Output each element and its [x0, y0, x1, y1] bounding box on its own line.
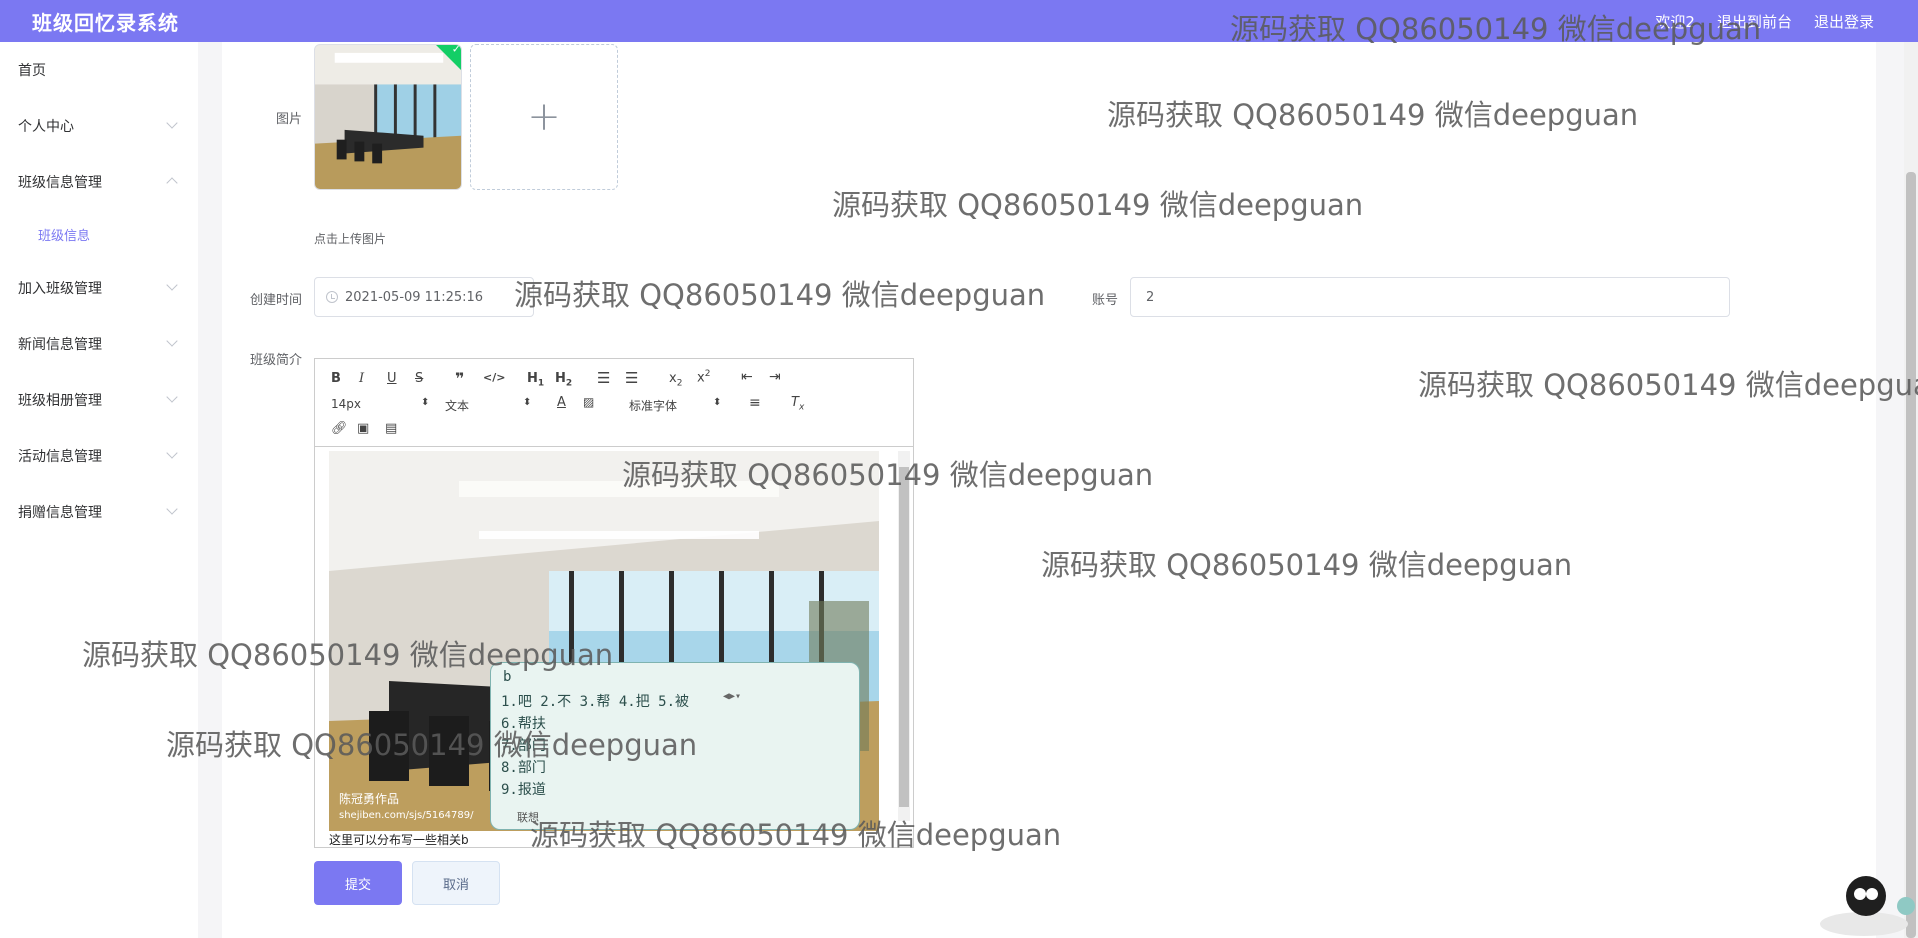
font-family-value: 标准字体	[629, 399, 678, 413]
background-color-icon[interactable]: ▨	[583, 395, 594, 409]
chevron-down-icon	[166, 447, 178, 459]
sidebar-item-label: 班级相册管理	[18, 393, 102, 409]
conference-room-image	[315, 45, 461, 189]
chevron-down-icon	[166, 503, 178, 515]
editor-typed-text: 这里可以分布写一些相关b	[329, 833, 469, 847]
uploaded-image-thumbnail[interactable]: ✓	[314, 44, 462, 190]
created-time-value: 2021-05-09 11:25:16	[345, 289, 484, 305]
heading2-icon[interactable]: H2	[555, 371, 572, 389]
editor-scrollbar-thumb[interactable]	[899, 467, 909, 807]
sidebar-item-news[interactable]: 新闻信息管理	[0, 324, 198, 364]
text-style-select[interactable]: 文本 ⬍	[445, 397, 532, 414]
sidebar-item-personal-center[interactable]: 个人中心	[0, 106, 198, 146]
sidebar-item-label: 新闻信息管理	[18, 337, 102, 353]
ime-candidate[interactable]: 7.部门	[501, 735, 546, 755]
video-icon[interactable]: ▤	[385, 421, 397, 436]
text-style-value: 文本	[445, 399, 470, 413]
submit-button[interactable]: 提交	[314, 861, 402, 905]
ime-first-row[interactable]: 1.吧 2.不 3.帮 4.把 5.被	[501, 691, 689, 711]
ime-input: b	[503, 669, 512, 685]
chevron-down-icon	[166, 335, 178, 347]
sidebar-item-activity[interactable]: 活动信息管理	[0, 436, 198, 476]
upload-image-button[interactable]: +	[470, 44, 618, 190]
superscript-icon[interactable]: x2	[697, 369, 710, 385]
top-header: 班级回忆录系统 欢迎2 退出到前台 退出登录	[0, 0, 1918, 42]
back-to-front-link[interactable]: 退出到前台	[1717, 11, 1792, 32]
sidebar-item-join-class[interactable]: 加入班级管理	[0, 268, 198, 308]
image-icon[interactable]: ▣	[357, 421, 369, 436]
heading1-icon[interactable]: H1	[527, 371, 544, 389]
photo-caption-line1: 陈冠勇作品	[339, 791, 399, 806]
class-intro-label: 班级简介	[249, 353, 302, 368]
align-icon[interactable]: ≡	[749, 395, 761, 411]
sidebar: 首页 个人中心 班级信息管理 班级信息 加入班级管理 新闻信息管理 班级相册管理…	[0, 42, 198, 938]
welcome-user[interactable]: 欢迎2	[1655, 11, 1695, 32]
upload-tip: 点击上传图片	[314, 232, 387, 246]
underline-icon[interactable]: U	[387, 371, 397, 386]
logout-link[interactable]: 退出登录	[1814, 11, 1874, 32]
photo-caption-line2: shejiben.com/sjs/5164789/	[339, 810, 474, 821]
header-links: 欢迎2 退出到前台 退出登录	[1655, 0, 1874, 42]
app-title: 班级回忆录系统	[32, 10, 179, 35]
ime-page-arrows-icon[interactable]: ◀▶▾	[723, 691, 741, 702]
subscript-icon[interactable]: x2	[669, 371, 682, 389]
sidebar-item-album[interactable]: 班级相册管理	[0, 380, 198, 420]
ime-candidate[interactable]: 6.帮扶	[501, 713, 546, 733]
sidebar-item-label: 活动信息管理	[18, 449, 102, 465]
sidebar-subitem-class-info[interactable]: 班级信息	[0, 216, 198, 252]
chevron-down-icon	[166, 391, 178, 403]
blockquote-icon[interactable]: ❞	[455, 369, 464, 388]
ime-footer: 联想	[517, 811, 539, 824]
font-family-select[interactable]: 标准字体 ⬍	[629, 397, 725, 414]
account-field[interactable]: 2	[1130, 277, 1730, 317]
sidebar-item-class-info[interactable]: 班级信息管理	[0, 162, 198, 202]
select-arrows-icon: ⬍	[713, 397, 722, 408]
sidebar-item-label: 班级信息管理	[18, 175, 102, 191]
ime-candidate-popup[interactable]: b 1.吧 2.不 3.帮 4.把 5.被 ◀▶▾ 6.帮扶 7.部门 8.部门…	[490, 662, 860, 830]
select-arrows-icon: ⬍	[523, 397, 532, 408]
cancel-button[interactable]: 取消	[412, 861, 500, 905]
created-time-label: 创建时间	[249, 293, 302, 308]
check-icon: ✓	[451, 44, 461, 56]
chevron-down-icon	[166, 279, 178, 291]
outdent-icon[interactable]: ⇤	[741, 369, 753, 385]
chevron-up-icon	[166, 177, 178, 189]
bullet-list-icon[interactable]: ☰	[625, 369, 638, 387]
created-time-field[interactable]: 2021-05-09 11:25:16	[314, 277, 534, 317]
ime-candidate[interactable]: 8.部门	[501, 757, 546, 777]
editor-scrollbar[interactable]	[898, 451, 910, 821]
image-label: 图片	[275, 112, 302, 127]
sidebar-item-label: 捐赠信息管理	[18, 505, 102, 521]
editor-toolbar: B I U S ❞ </> H1 H2 ☰ ☰ x2 x2 ⇤ ⇥ 14px ⬍ …	[315, 359, 913, 447]
sidebar-item-label: 加入班级管理	[18, 281, 102, 297]
font-size-value: 14px	[331, 397, 361, 411]
sidebar-item-label: 个人中心	[18, 119, 74, 135]
ordered-list-icon[interactable]: ☰	[597, 369, 610, 387]
sidebar-item-label: 首页	[18, 63, 46, 79]
sidebar-item-donation[interactable]: 捐赠信息管理	[0, 492, 198, 532]
mascot-widget[interactable]	[1808, 866, 1918, 938]
chevron-down-icon	[166, 117, 178, 129]
font-color-icon[interactable]: A	[557, 395, 566, 410]
link-icon[interactable]: 🔗︎	[331, 421, 348, 436]
ime-candidate[interactable]: 9.报道	[501, 779, 546, 799]
indent-icon[interactable]: ⇥	[769, 369, 781, 385]
font-size-select[interactable]: 14px ⬍	[331, 397, 429, 411]
clear-format-icon[interactable]: Tx	[791, 395, 804, 413]
strike-icon[interactable]: S	[415, 371, 423, 386]
code-block-icon[interactable]: </>	[483, 371, 505, 384]
page-scrollbar[interactable]	[1904, 42, 1918, 938]
sidebar-item-home[interactable]: 首页	[0, 50, 198, 90]
account-value: 2	[1146, 289, 1155, 305]
select-arrows-icon: ⬍	[421, 397, 430, 408]
clock-icon	[326, 291, 338, 303]
bold-icon[interactable]: B	[331, 371, 341, 386]
italic-icon[interactable]: I	[359, 371, 364, 386]
account-label: 账号	[1091, 293, 1118, 308]
page-scrollbar-thumb[interactable]	[1906, 172, 1916, 938]
